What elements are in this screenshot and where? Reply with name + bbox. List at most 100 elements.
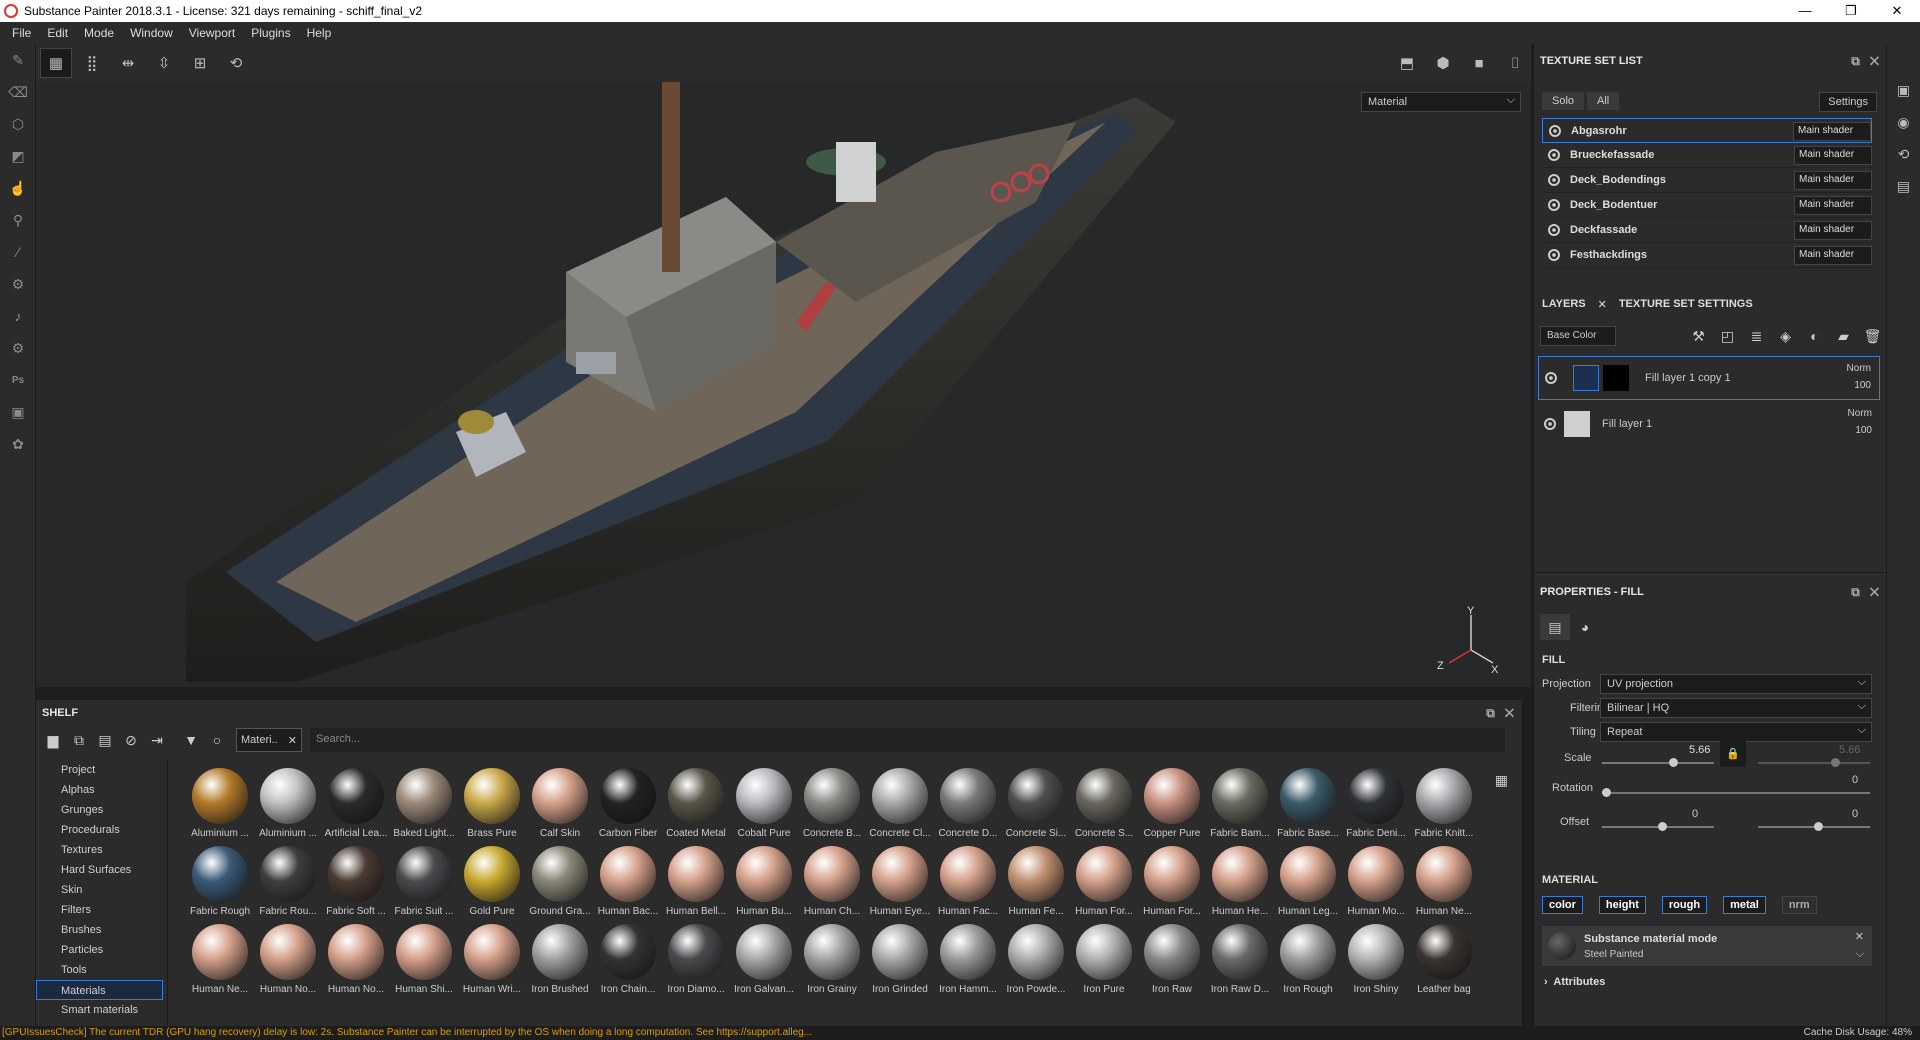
material-thumbnail[interactable]: Fabric Bam... xyxy=(1206,768,1274,846)
material-thumbnail[interactable]: Artificial Lea... xyxy=(322,768,390,846)
texture-set-row[interactable]: Deck_Bodentuer Main shader xyxy=(1542,193,1872,218)
add-fill-layer-icon[interactable]: ◈ xyxy=(1771,328,1800,345)
material-thumbnail[interactable]: Calf Skin xyxy=(526,768,594,846)
shelf-category-alphas[interactable]: Alphas xyxy=(36,780,167,800)
visibility-eye-icon[interactable] xyxy=(1545,372,1557,384)
shelf-category-filters[interactable]: Filters xyxy=(36,900,167,920)
refresh-icon[interactable]: ○ xyxy=(204,732,230,748)
material-thumbnail[interactable]: Iron Galvan... xyxy=(730,924,798,1002)
material-thumbnail[interactable]: Copper Pure xyxy=(1138,768,1206,846)
material-thumbnail[interactable]: Human Bell... xyxy=(662,846,730,924)
close-icon[interactable]: ✕ xyxy=(1874,0,1920,22)
chevron-down-icon[interactable]: ⌵ xyxy=(1856,948,1864,961)
material-thumbnail[interactable]: Human Shi... xyxy=(390,924,458,1002)
paint-brush-icon[interactable]: ✎ xyxy=(0,44,36,76)
layer-row[interactable]: Fill layer 1 Norm 100 xyxy=(1538,402,1880,446)
maximize-icon[interactable]: ❐ xyxy=(1828,0,1874,22)
shader-settings-icon[interactable]: ◉ xyxy=(1887,106,1920,138)
menu-mode[interactable]: Mode xyxy=(76,26,122,40)
export-icon[interactable]: ▣ xyxy=(0,396,36,428)
visibility-eye-icon[interactable] xyxy=(1549,124,1561,137)
material-thumbnail[interactable]: Carbon Fiber xyxy=(594,768,662,846)
camera-icon[interactable]: ■ xyxy=(1463,48,1495,78)
material-thumbnail[interactable]: Iron Pure xyxy=(1070,924,1138,1002)
substance-material-mode[interactable]: Substance material mode Steel Painted ✕ … xyxy=(1542,926,1872,966)
material-thumbnail[interactable]: Human Eye... xyxy=(866,846,934,924)
gpu-warning-text[interactable]: [GPUIssuesCheck] The current TDR (GPU ha… xyxy=(0,1027,812,1038)
channel-height-toggle[interactable]: height xyxy=(1598,896,1646,914)
layer-blend-mode[interactable]: Norm xyxy=(1847,363,1871,374)
screenshot-icon[interactable]: ⌷ xyxy=(1499,48,1531,78)
shelf-category-skin[interactable]: Skin xyxy=(36,880,167,900)
new-tab-icon[interactable]: ⧉ xyxy=(66,732,92,749)
all-button[interactable]: All xyxy=(1587,92,1620,110)
shelf-category-smart-materials[interactable]: Smart materials xyxy=(36,1000,167,1020)
material-thumbnail[interactable]: Human No... xyxy=(254,924,322,1002)
offset-x-value[interactable]: 0 xyxy=(1692,808,1698,820)
material-thumbnail[interactable]: Iron Grainy xyxy=(798,924,866,1002)
color-picker-icon[interactable]: ⁄ xyxy=(0,236,36,268)
2d-view-icon[interactable]: ⬒ xyxy=(1391,48,1423,78)
offset-x-knob[interactable] xyxy=(1658,822,1667,831)
history-panel-icon[interactable]: ⟲ xyxy=(1887,138,1920,170)
clone-icon[interactable]: ⚲ xyxy=(0,204,36,236)
add-group-icon[interactable]: ▰ xyxy=(1829,328,1858,345)
material-thumbnail[interactable]: Baked Light... xyxy=(390,768,458,846)
material-thumbnail[interactable]: Brass Pure xyxy=(458,768,526,846)
tab-layers[interactable]: LAYERS xyxy=(1534,298,1594,310)
material-thumbnail[interactable]: Gold Pure xyxy=(458,846,526,924)
materials-filter-chip[interactable]: Materi.. ✕ xyxy=(236,728,302,752)
material-thumbnail[interactable]: Human Mo... xyxy=(1342,846,1410,924)
shelf-category-tools[interactable]: Tools xyxy=(36,960,167,980)
shader-select[interactable]: Main shader xyxy=(1794,246,1872,265)
log-icon[interactable]: ▤ xyxy=(1887,170,1920,202)
shelf-category-project[interactable]: Project xyxy=(36,760,167,780)
material-thumbnail[interactable]: Concrete D... xyxy=(934,768,1002,846)
material-thumbnail[interactable]: Fabric Suit ... xyxy=(390,846,458,924)
menu-plugins[interactable]: Plugins xyxy=(243,26,298,40)
material-thumbnail[interactable]: Iron Hamm... xyxy=(934,924,1002,1002)
rotation-slider-knob[interactable] xyxy=(1602,788,1611,797)
remove-filter-icon[interactable]: ✕ xyxy=(288,734,297,747)
material-thumbnail[interactable]: Human Ne... xyxy=(186,924,254,1002)
material-thumbnail[interactable]: Iron Brushed xyxy=(526,924,594,1002)
scale-slider[interactable] xyxy=(1602,758,1714,767)
material-thumbnail[interactable]: Human Bu... xyxy=(730,846,798,924)
smudge-icon[interactable]: ☝ xyxy=(0,172,36,204)
shelf-category-grunges[interactable]: Grunges xyxy=(36,800,167,820)
projection-select[interactable]: UV projection xyxy=(1600,674,1872,694)
rotation-value[interactable]: 0 xyxy=(1852,774,1858,786)
channel-metal-toggle[interactable]: metal xyxy=(1723,896,1766,914)
texture-set-row[interactable]: Deckfassade Main shader xyxy=(1542,218,1872,243)
shelf-category-particles[interactable]: Particles xyxy=(36,940,167,960)
texture-set-row[interactable]: Festhackdings Main shader xyxy=(1542,243,1872,268)
shelf-category-textures[interactable]: Textures xyxy=(36,840,167,860)
minimize-icon[interactable]: — xyxy=(1782,0,1828,22)
bake-icon[interactable]: ⚙ xyxy=(0,268,36,300)
material-thumbnail[interactable]: Human Ne... xyxy=(1410,846,1478,924)
add-effect-icon[interactable]: ⚒ xyxy=(1684,328,1713,345)
material-thumbnail[interactable]: Fabric Deni... xyxy=(1342,768,1410,846)
eraser-icon[interactable]: ⌫ xyxy=(0,76,36,108)
material-thumbnail[interactable]: Iron Chain... xyxy=(594,924,662,1002)
folder-icon[interactable]: ▆ xyxy=(40,732,66,749)
visibility-eye-icon[interactable] xyxy=(1548,174,1560,186)
shader-select[interactable]: Main shader xyxy=(1794,146,1872,165)
material-thumbnail[interactable]: Iron Raw D... xyxy=(1206,924,1274,1002)
projection-icon[interactable]: ⬡ xyxy=(0,108,36,140)
channel-rough-toggle[interactable]: rough xyxy=(1661,896,1708,914)
material-thumbnail[interactable]: Fabric Base... xyxy=(1274,768,1342,846)
shader-select[interactable]: Main shader xyxy=(1794,196,1872,215)
channel-color-toggle[interactable]: color xyxy=(1542,896,1583,914)
polygon-fill-icon[interactable]: ◩ xyxy=(0,140,36,172)
fill-properties-icon[interactable]: ▤ xyxy=(1540,614,1570,640)
settings-icon[interactable]: ⚙ xyxy=(0,332,36,364)
scale-value[interactable]: 5.66 xyxy=(1689,744,1710,756)
offset-y-value[interactable]: 0 xyxy=(1852,808,1858,820)
tsl-settings-dropdown[interactable]: Settings xyxy=(1819,92,1877,112)
tab-texture-set-settings[interactable]: TEXTURE SET SETTINGS xyxy=(1611,298,1761,310)
filter-icon[interactable]: ▼ xyxy=(178,732,204,748)
menu-window[interactable]: Window xyxy=(122,26,181,40)
material-thumbnail[interactable]: Iron Raw xyxy=(1138,924,1206,1002)
shader-select[interactable]: Main shader xyxy=(1794,221,1872,240)
